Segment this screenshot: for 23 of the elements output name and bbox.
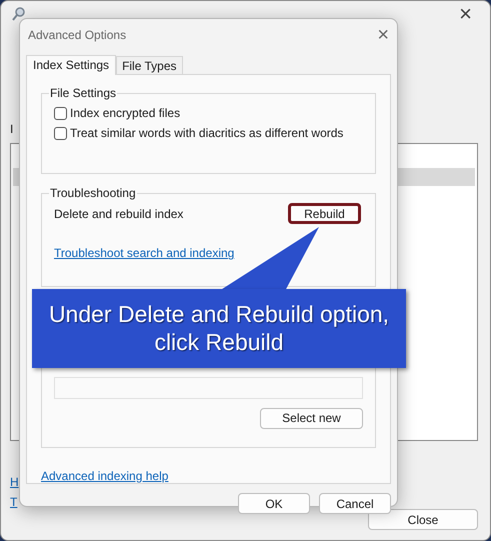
close-icon[interactable]: × [377, 25, 389, 45]
rebuild-label: Delete and rebuild index [54, 206, 184, 221]
checkbox[interactable] [54, 106, 67, 120]
dialog-title: Advanced Options [28, 28, 126, 42]
help-link[interactable]: T [10, 495, 18, 509]
tab[interactable]: Index Settings [26, 55, 116, 75]
magnifier-icon [11, 6, 27, 22]
checkbox-label: Treat similar words with diacritics as different words [70, 126, 344, 140]
dialog-button[interactable]: Cancel [319, 493, 391, 514]
group-title: File Settings [49, 86, 118, 100]
advanced-help-link[interactable]: Advanced indexing help [41, 469, 168, 483]
group-title: Troubleshooting [49, 186, 137, 200]
help-link[interactable]: H [10, 475, 19, 489]
select-new-button[interactable]: Select new [260, 408, 363, 429]
close-button[interactable]: Close [368, 509, 478, 530]
rebuild-button[interactable]: Rebuild [288, 203, 361, 224]
section-label: I [10, 122, 14, 136]
dialog-button[interactable]: OK [238, 493, 310, 514]
checkbox-label: Index encrypted files [70, 106, 180, 120]
troubleshoot-link[interactable]: Troubleshoot search and indexing [54, 246, 234, 260]
checkbox[interactable] [54, 126, 67, 140]
close-icon[interactable]: × [451, 2, 480, 24]
tab[interactable]: File Types [116, 56, 183, 75]
